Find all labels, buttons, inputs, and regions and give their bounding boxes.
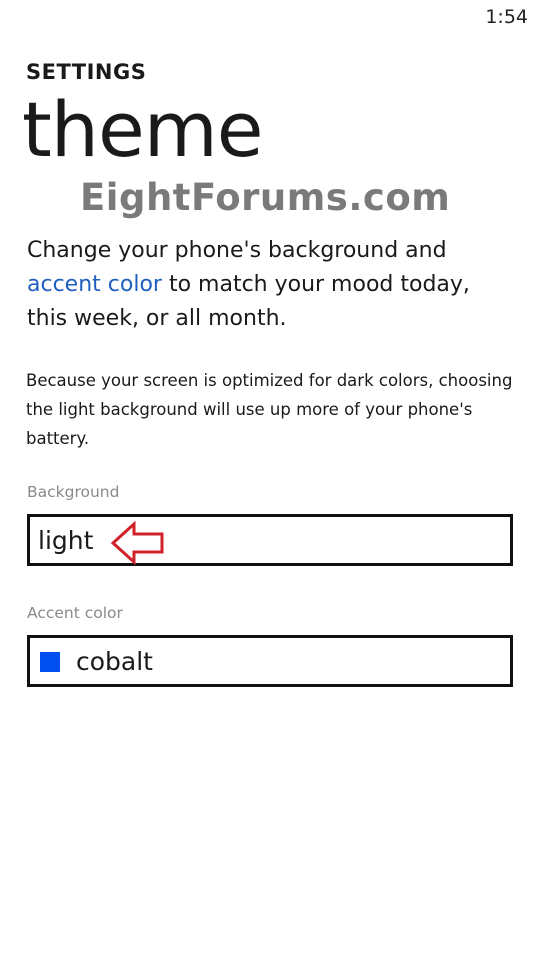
battery-note: Because your screen is optimized for dar… — [26, 371, 513, 448]
cobalt-swatch — [40, 652, 60, 672]
description: Change your phone's background and accen… — [27, 234, 517, 336]
background-label: Background — [27, 483, 120, 501]
accent-color-label: Accent color — [27, 604, 123, 622]
accent-color-value: cobalt — [76, 647, 153, 676]
left-arrow-icon — [110, 520, 164, 566]
background-picker[interactable]: light — [27, 514, 513, 566]
watermark: EightForums.com — [80, 176, 451, 219]
description-text-before: Change your phone's background and — [27, 238, 447, 263]
accent-color-picker[interactable]: cobalt — [27, 635, 513, 687]
settings-label: SETTINGS — [26, 60, 147, 84]
accent-color-link[interactable]: accent color — [27, 272, 162, 297]
background-value: light — [38, 526, 94, 555]
page-title: theme — [22, 85, 264, 174]
status-time: 1:54 — [485, 6, 528, 28]
